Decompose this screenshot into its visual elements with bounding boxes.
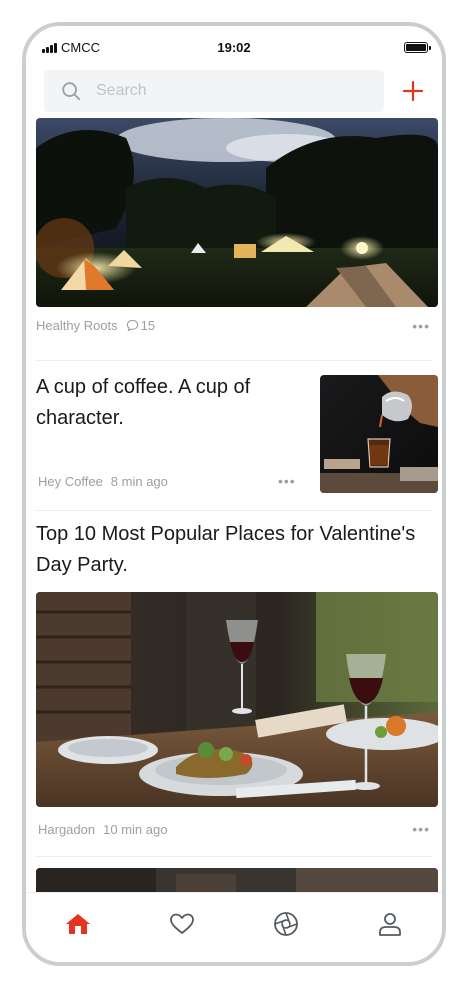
tab-profile[interactable] bbox=[370, 904, 410, 944]
search-bar[interactable] bbox=[44, 70, 384, 112]
home-icon bbox=[66, 913, 90, 934]
tab-home[interactable] bbox=[58, 904, 98, 944]
tab-bar bbox=[26, 892, 442, 962]
search-input[interactable] bbox=[94, 81, 338, 101]
post-meta: Hargadon 10 min ago bbox=[38, 822, 167, 837]
divider bbox=[36, 856, 432, 857]
camping-photo[interactable] bbox=[36, 118, 438, 307]
status-bar: CMCC 19:02 bbox=[26, 36, 442, 62]
tab-favorites[interactable] bbox=[162, 904, 202, 944]
heart-icon bbox=[170, 913, 194, 934]
phone-frame: CMCC 19:02 Search Healthy Roots 15 ••• A… bbox=[22, 22, 446, 966]
post-meta: Healthy Roots 15 bbox=[36, 318, 155, 333]
tab-discover[interactable] bbox=[266, 904, 306, 944]
more-options-button[interactable]: ••• bbox=[412, 318, 430, 334]
coffee-photo[interactable] bbox=[320, 375, 438, 493]
comment-count: 15 bbox=[140, 318, 156, 333]
post-time: 8 min ago bbox=[110, 474, 168, 489]
comment-icon bbox=[126, 319, 138, 332]
battery-icon bbox=[404, 42, 431, 53]
post-source[interactable]: Hey Coffee bbox=[38, 474, 103, 489]
aperture-icon bbox=[274, 911, 298, 936]
post-title[interactable]: A cup of coffee. A cup of character. bbox=[36, 372, 306, 434]
more-options-button[interactable]: ••• bbox=[412, 821, 430, 837]
post-source[interactable]: Healthy Roots bbox=[36, 318, 118, 333]
post-source[interactable]: Hargadon bbox=[38, 822, 95, 837]
user-icon bbox=[379, 912, 401, 936]
divider bbox=[36, 510, 432, 511]
post-title[interactable]: Top 10 Most Popular Places for Valentine… bbox=[36, 519, 416, 581]
next-post-photo[interactable] bbox=[36, 868, 438, 892]
status-time: 19:02 bbox=[217, 40, 251, 55]
dinner-photo[interactable] bbox=[36, 592, 438, 807]
post-meta: Hey Coffee 8 min ago bbox=[38, 474, 168, 489]
feed-list[interactable]: Healthy Roots 15 ••• A cup of coffee. A … bbox=[26, 118, 442, 892]
add-icon[interactable] bbox=[402, 80, 424, 102]
more-options-button[interactable]: ••• bbox=[278, 473, 296, 489]
post-time: 10 min ago bbox=[103, 822, 168, 837]
divider bbox=[36, 360, 432, 361]
search-icon bbox=[62, 82, 81, 101]
